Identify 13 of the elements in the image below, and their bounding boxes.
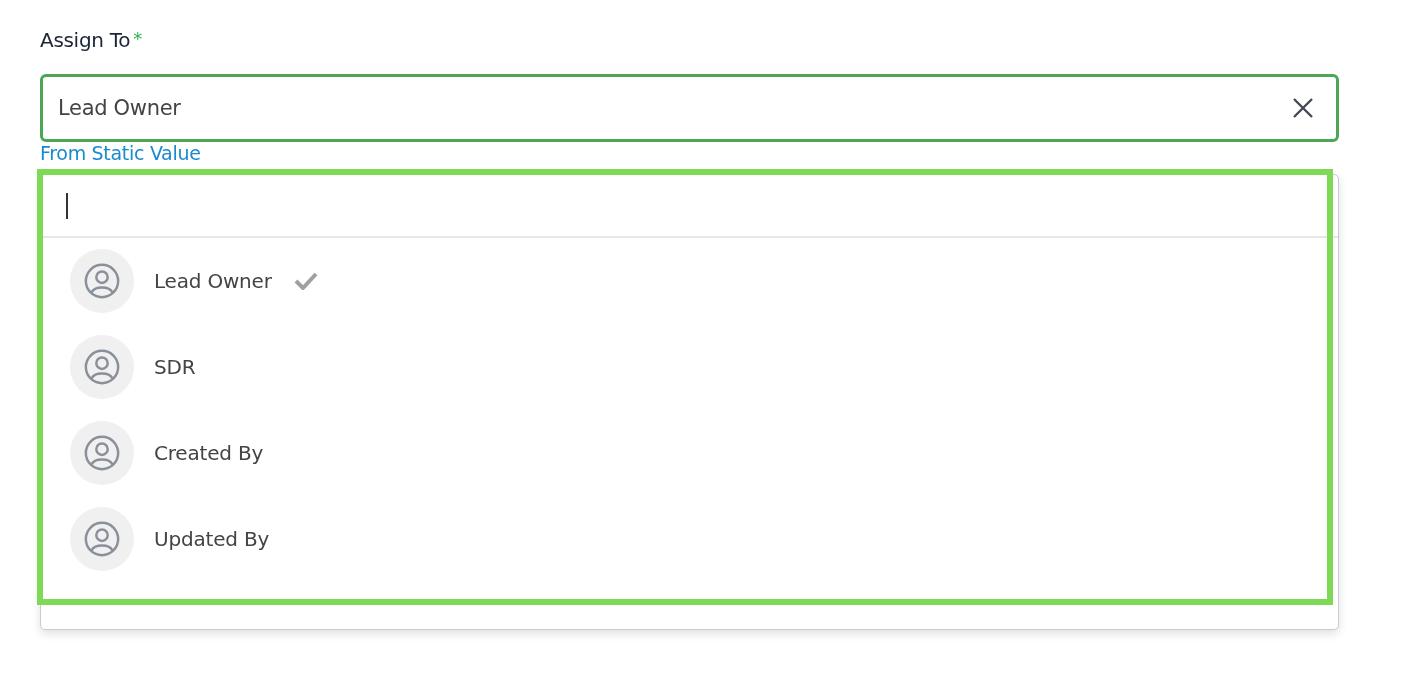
- option-label: Updated By: [154, 527, 270, 551]
- dropdown-option[interactable]: Lead Owner: [41, 238, 1338, 324]
- required-mark: *: [133, 28, 143, 49]
- dropdown-option[interactable]: Updated By: [41, 496, 1338, 582]
- dropdown-option[interactable]: SDR: [41, 324, 1338, 410]
- option-label: Lead Owner: [154, 269, 272, 293]
- selected-value: Lead Owner: [58, 96, 182, 120]
- option-label: SDR: [154, 355, 196, 379]
- dropdown-option[interactable]: Created By: [41, 410, 1338, 496]
- field-label: Assign To: [40, 28, 131, 52]
- assign-select[interactable]: Lead Owner: [40, 74, 1339, 142]
- option-label: Created By: [154, 441, 264, 465]
- static-value-link[interactable]: From Static Value: [40, 142, 201, 164]
